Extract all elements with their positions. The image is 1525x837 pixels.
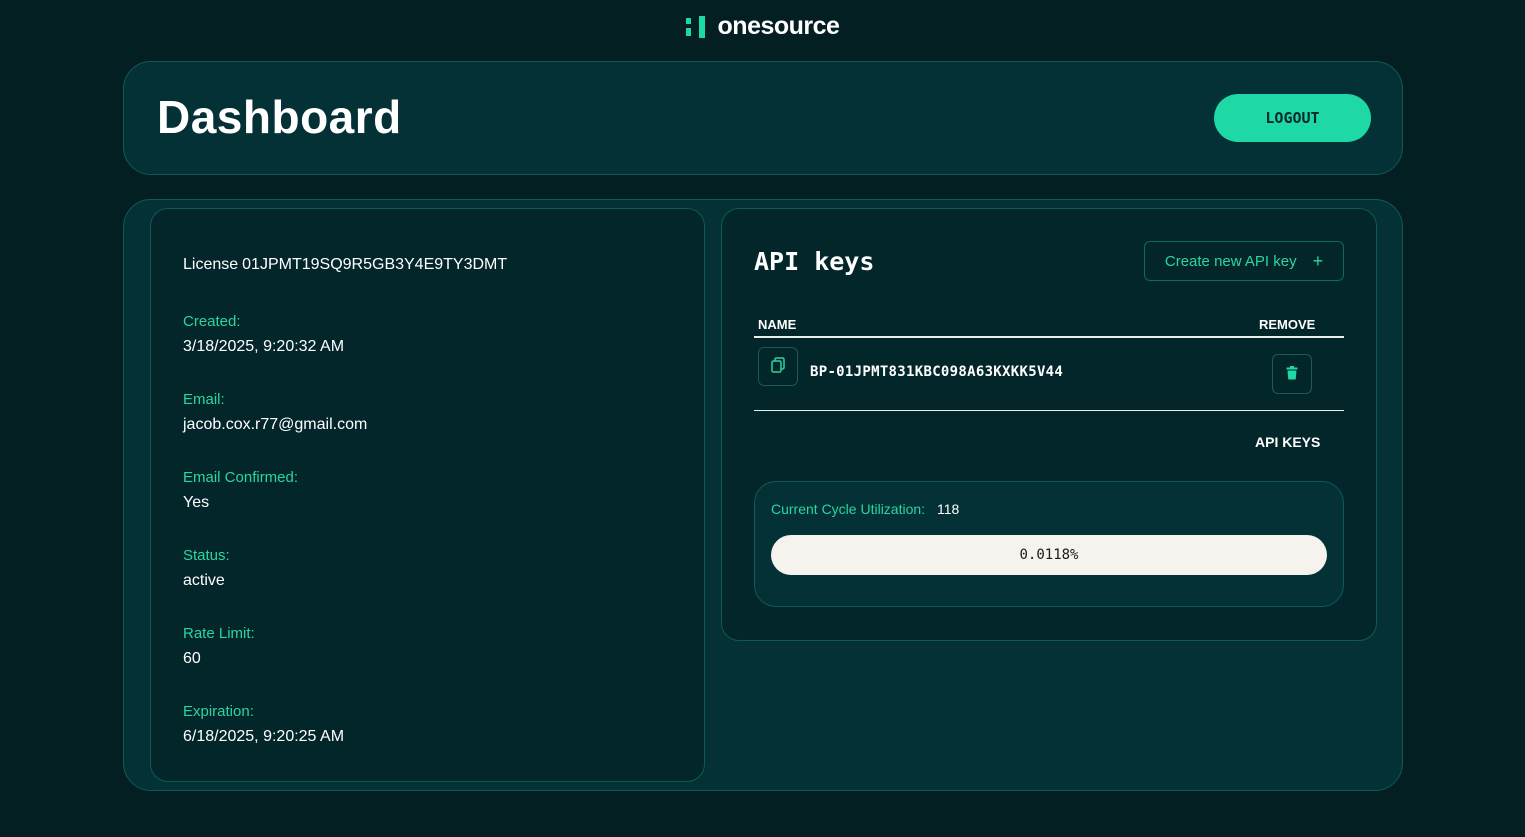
- utilization-card: Current Cycle Utilization: 118 0.0118%: [754, 481, 1344, 607]
- field-value: Yes: [183, 494, 210, 511]
- table-footer-divider: [754, 410, 1344, 411]
- field-status: Status: active: [183, 547, 230, 590]
- field-value: 60: [183, 650, 201, 667]
- field-rate-limit: Rate Limit: 60: [183, 625, 255, 668]
- field-label: Created:: [183, 313, 241, 330]
- field-label: Email:: [183, 391, 225, 408]
- page-title: Dashboard: [157, 91, 402, 143]
- table-caption: API KEYS: [1255, 434, 1321, 450]
- utilization-value: 118: [937, 501, 960, 517]
- field-email: Email: jacob.cox.r77@gmail.com: [183, 391, 367, 434]
- column-header-remove: REMOVE: [1259, 317, 1316, 332]
- field-created: Created: 3/18/2025, 9:20:32 AM: [183, 313, 344, 356]
- header-card: Dashboard LOGOUT: [123, 61, 1403, 175]
- utilization-label: Current Cycle Utilization:: [771, 501, 926, 517]
- copy-icon: [771, 357, 785, 376]
- field-value: active: [183, 572, 225, 589]
- plus-icon: +: [1312, 250, 1324, 271]
- brand-logo: onesource: [0, 12, 1525, 41]
- column-header-name: NAME: [758, 317, 797, 332]
- trash-icon: [1286, 365, 1298, 383]
- field-label: Expiration:: [183, 703, 254, 720]
- api-keys-panel: API keys Create new API key + NAME REMOV…: [721, 208, 1377, 641]
- utilization-progress-bar: 0.0118%: [771, 535, 1327, 575]
- create-api-key-button[interactable]: Create new API key +: [1144, 241, 1344, 281]
- table-header-divider: [754, 336, 1344, 338]
- field-value: 3/18/2025, 9:20:32 AM: [183, 338, 345, 355]
- remove-key-button[interactable]: [1272, 354, 1312, 394]
- progress-percent-text: 0.0118%: [1019, 547, 1079, 563]
- onesource-logo-icon: [685, 15, 708, 38]
- field-email-confirmed: Email Confirmed: Yes: [183, 469, 298, 512]
- field-value: 6/18/2025, 9:20:25 AM: [183, 728, 345, 745]
- brand-name: onesource: [717, 12, 840, 40]
- license-info-panel: License 01JPMT19SQ9R5GB3Y4E9TY3DMT Creat…: [150, 208, 705, 782]
- field-value: jacob.cox.r77@gmail.com: [183, 416, 368, 433]
- field-label: Status:: [183, 547, 230, 564]
- copy-key-button[interactable]: [758, 347, 798, 386]
- license-id: 01JPMT19SQ9R5GB3Y4E9TY3DMT: [242, 256, 508, 273]
- main-card: License 01JPMT19SQ9R5GB3Y4E9TY3DMT Creat…: [123, 199, 1403, 791]
- api-key-name: BP-01JPMT831KBC098A63KXKK5V44: [810, 364, 1064, 380]
- field-label: Email Confirmed:: [183, 469, 299, 486]
- create-api-key-label: Create new API key: [1164, 252, 1297, 270]
- logout-button[interactable]: LOGOUT: [1214, 94, 1371, 142]
- license-prefix: License: [183, 256, 239, 273]
- api-keys-title: API keys: [754, 247, 875, 276]
- field-expiration: Expiration: 6/18/2025, 9:20:25 AM: [183, 703, 344, 746]
- field-label: Rate Limit:: [183, 625, 255, 642]
- license-heading: License 01JPMT19SQ9R5GB3Y4E9TY3DMT: [183, 256, 507, 274]
